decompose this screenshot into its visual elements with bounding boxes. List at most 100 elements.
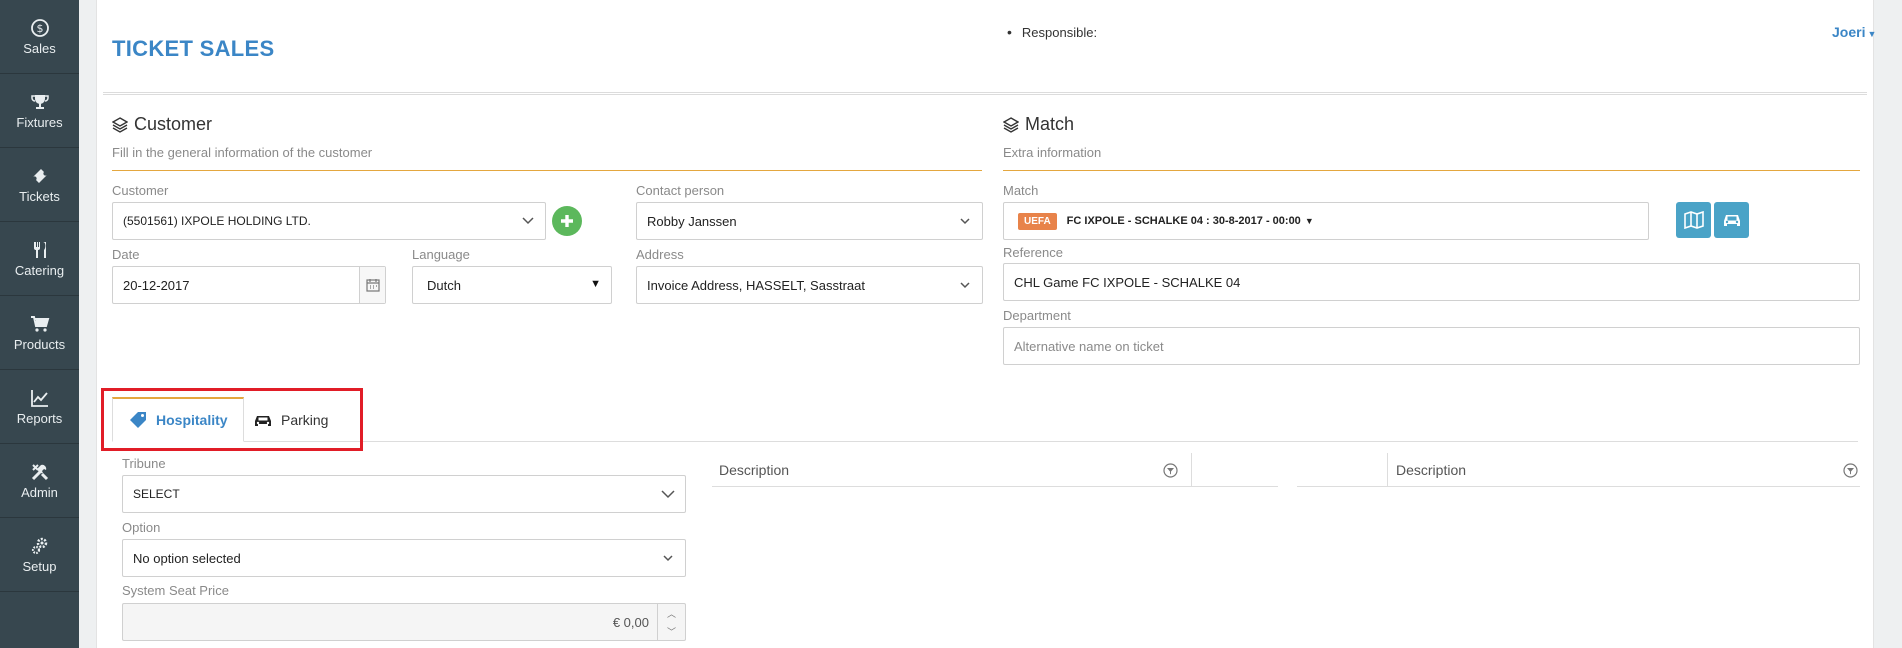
calendar-icon: [365, 279, 380, 292]
chevron-down-icon: [522, 217, 534, 225]
match-section-subtitle: Extra information: [1003, 145, 1102, 160]
customer-section-subtitle: Fill in the general information of the c…: [112, 145, 373, 160]
match-section-title: Match: [1003, 114, 1074, 135]
reference-value: CHL Game FC IXPOLE - SCHALKE 04: [1014, 274, 1241, 290]
date-value: 20-12-2017: [123, 277, 190, 293]
chevron-down-icon: [960, 282, 970, 289]
left-grid-header: Description: [712, 453, 1278, 487]
address-label: Address: [636, 247, 684, 262]
sidebar-item-label: Setup: [22, 558, 57, 574]
sidebar-item-reports[interactable]: Reports: [0, 370, 79, 444]
language-select[interactable]: Dutch ▼: [412, 266, 612, 304]
date-input[interactable]: 20-12-2017: [112, 266, 386, 304]
ticket-icon: [32, 168, 47, 183]
sidebar-item-label: Reports: [16, 410, 63, 426]
competition-badge: UEFA: [1018, 212, 1057, 230]
layers-icon: [1003, 116, 1019, 133]
plus-icon: [561, 215, 573, 227]
chevron-down-icon: [960, 218, 970, 225]
chevron-down-icon[interactable]: ﹀: [667, 625, 676, 638]
ticket-sales-card: TICKET SALES Responsible: Joeri▼ Custome…: [96, 0, 1876, 648]
sidebar: $ Sales Fixtures Tickets Catering Produc…: [0, 0, 79, 648]
sidebar-item-products[interactable]: Products: [0, 296, 79, 370]
main-content: TICKET SALES Responsible: Joeri▼ Custome…: [79, 0, 1902, 648]
user-menu-button[interactable]: Joeri ▼: [1832, 24, 1876, 40]
date-label: Date: [112, 247, 140, 262]
right-grid-header: Description: [1297, 453, 1860, 487]
sidebar-item-label: Tickets: [19, 188, 60, 204]
sidebar-item-label: Admin: [21, 484, 58, 500]
reference-label: Reference: [1003, 245, 1063, 260]
map-button[interactable]: [1676, 202, 1711, 238]
seat-price-label: System Seat Price: [122, 583, 229, 598]
add-customer-button[interactable]: [552, 206, 582, 236]
sidebar-item-label: Products: [13, 336, 66, 352]
sidebar-item-admin[interactable]: Admin: [0, 444, 79, 518]
seat-price-value: € 0,00: [612, 614, 649, 630]
option-label: Option: [122, 520, 161, 535]
language-value: Dutch: [427, 277, 461, 293]
customer-select[interactable]: (5501561) IXPOLE HOLDING LTD.: [112, 202, 546, 240]
sidebar-item-catering[interactable]: Catering: [0, 222, 79, 296]
chevron-down-icon: [663, 555, 673, 562]
right-grid-description-header: Description: [1396, 461, 1467, 478]
svg-text:$: $: [36, 22, 43, 35]
filter-icon[interactable]: [1843, 463, 1858, 478]
match-select[interactable]: UEFA FC IXPOLE - SCHALKE 04 : 30-8-2017 …: [1003, 202, 1649, 240]
caret-down-icon: ▼: [1304, 216, 1314, 226]
chevron-up-icon[interactable]: ︿: [667, 607, 676, 620]
calendar-button[interactable]: [359, 267, 385, 303]
trophy-icon: [30, 94, 49, 109]
cutlery-icon: [33, 241, 46, 258]
match-label: Match: [1003, 183, 1039, 198]
match-name: FC IXPOLE - SCHALKE 04 : 30-8-2017 - 00:…: [1066, 215, 1301, 227]
caret-down-icon: ▼: [590, 278, 601, 290]
department-label: Department: [1003, 308, 1071, 323]
match-value: FC IXPOLE - SCHALKE 04 : 30-8-2017 - 00:…: [1067, 215, 1314, 227]
address-value: Invoice Address, HASSELT, Sasstraat: [647, 277, 865, 293]
map-icon: [1683, 211, 1704, 229]
sidebar-item-sales[interactable]: $ Sales: [0, 0, 79, 74]
option-select[interactable]: No option selected: [122, 539, 686, 577]
responsible-label: Responsible:: [1007, 24, 1097, 40]
tools-icon: [31, 463, 48, 480]
chevron-down-icon: [661, 490, 675, 499]
user-name: Joeri: [1832, 24, 1866, 40]
customer-value: (5501561) IXPOLE HOLDING LTD.: [123, 214, 311, 228]
left-grid-description-header: Description: [719, 461, 790, 478]
line-chart-icon: [30, 389, 48, 407]
address-select[interactable]: Invoice Address, HASSELT, Sasstraat: [636, 266, 983, 304]
filter-icon[interactable]: [1163, 463, 1178, 478]
contact-person-value: Robby Janssen: [647, 213, 737, 229]
reference-input[interactable]: CHL Game FC IXPOLE - SCHALKE 04: [1003, 263, 1860, 301]
contact-person-label: Contact person: [636, 183, 725, 198]
contact-person-select[interactable]: Robby Janssen: [636, 202, 983, 240]
tribune-select[interactable]: SELECT: [122, 475, 686, 513]
tabs-highlight-box: [101, 388, 363, 451]
tribune-label: Tribune: [122, 456, 166, 471]
price-stepper[interactable]: ︿ ﹀: [657, 604, 685, 640]
match-section-heading: Match: [1025, 114, 1075, 134]
language-label: Language: [412, 247, 470, 262]
department-placeholder: Alternative name on ticket: [1014, 338, 1164, 354]
sidebar-item-label: Sales: [23, 40, 56, 56]
column-separator: [1191, 453, 1192, 487]
sidebar-item-tickets[interactable]: Tickets: [0, 148, 79, 222]
column-separator: [1387, 453, 1388, 487]
customer-label: Customer: [112, 183, 169, 198]
seat-price-input[interactable]: € 0,00 ︿ ﹀: [122, 603, 686, 641]
title-divider: [103, 92, 1867, 95]
caret-down-icon: ▼: [1867, 29, 1877, 39]
match-section-divider: [1003, 170, 1860, 171]
option-value: No option selected: [133, 550, 241, 566]
gears-icon: [31, 537, 47, 554]
department-input[interactable]: Alternative name on ticket: [1003, 327, 1860, 365]
sidebar-item-setup[interactable]: Setup: [0, 518, 79, 592]
customer-section-divider: [112, 170, 982, 171]
parking-car-button[interactable]: [1714, 202, 1749, 238]
sidebar-item-label: Fixtures: [16, 114, 63, 130]
page-title: TICKET SALES: [112, 36, 275, 61]
sidebar-item-fixtures[interactable]: Fixtures: [0, 74, 79, 148]
dollar-circle-icon: $: [30, 18, 49, 37]
layers-icon: [112, 116, 128, 133]
